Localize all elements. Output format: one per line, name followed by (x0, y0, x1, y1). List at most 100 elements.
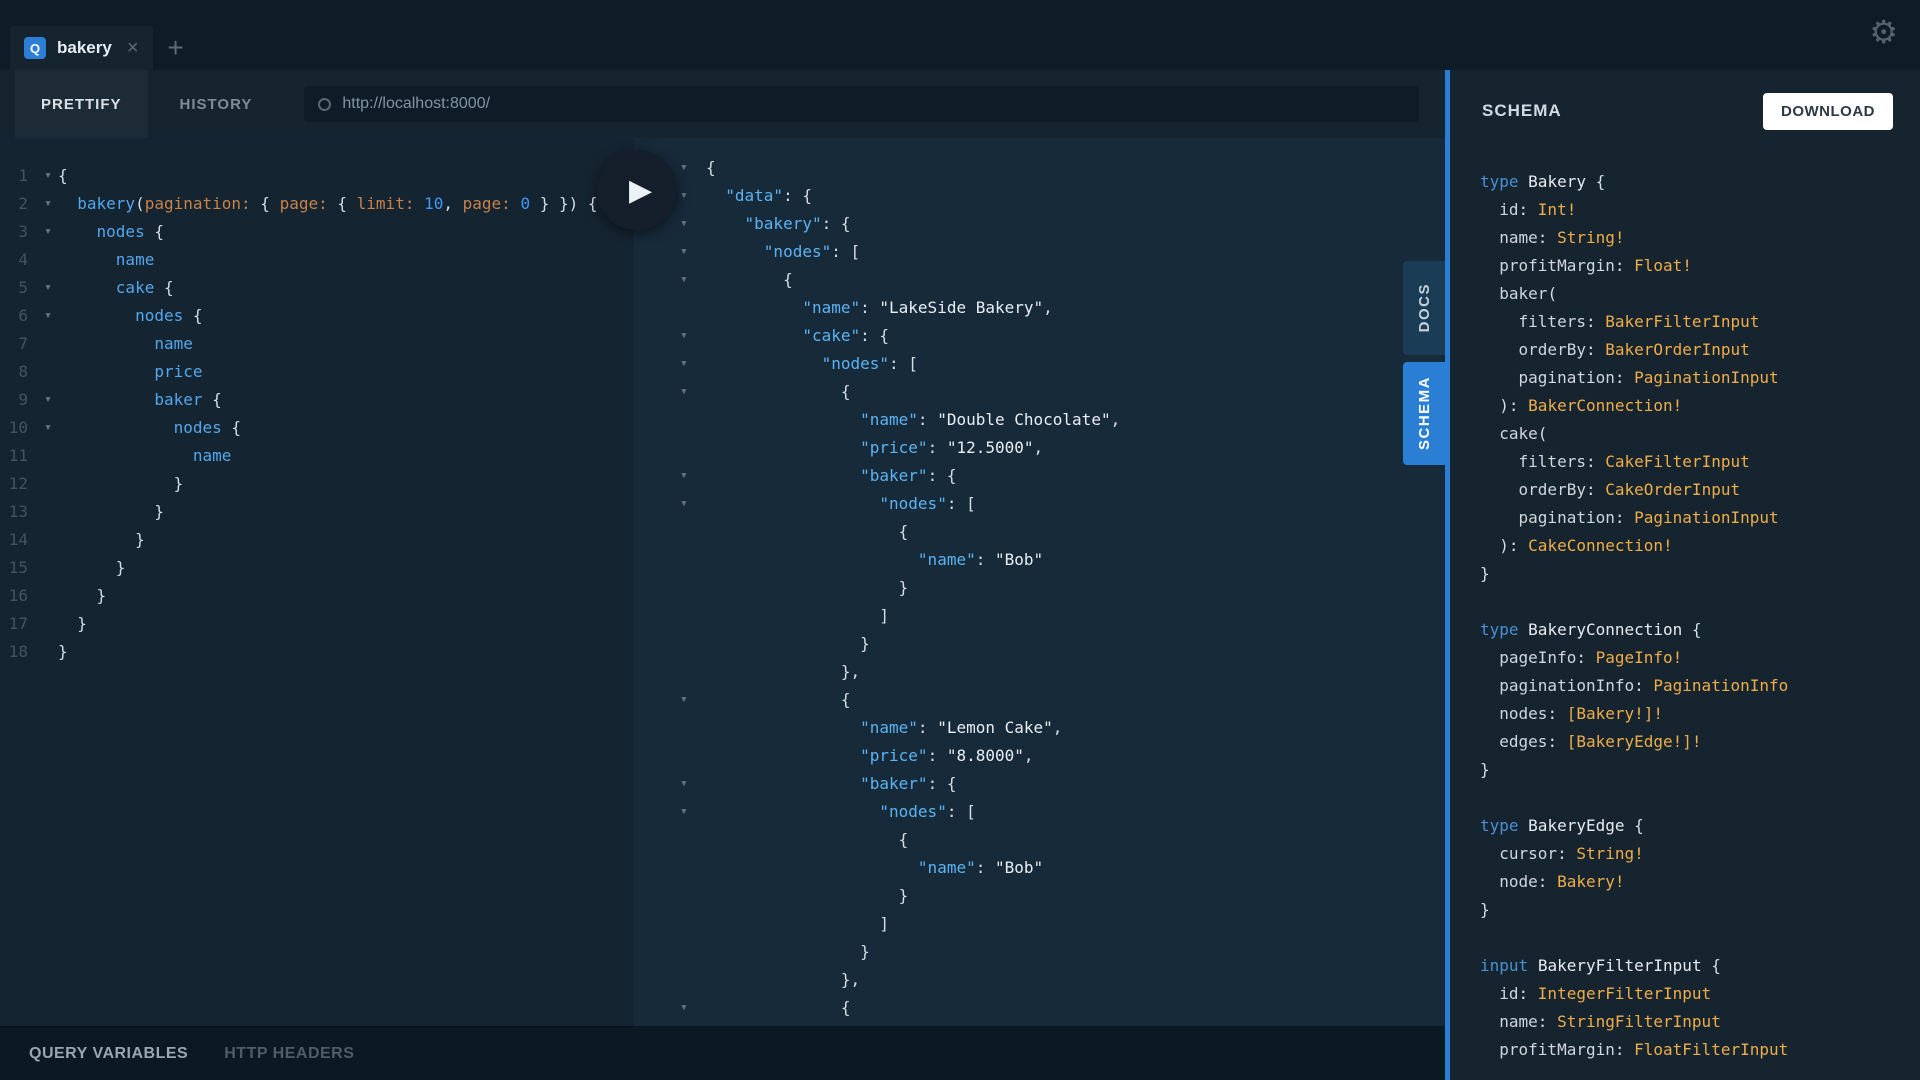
fold-gutter (38, 526, 58, 554)
code-line: ▾ "nodes": [ (680, 350, 1445, 378)
fold-arrow-icon[interactable]: ▾ (38, 218, 58, 246)
graphql-playground-app: Q bakery × + ⚙ PRETTIFY HISTORY 1▾{2▾ ba… (0, 0, 1920, 1080)
workspace: PRETTIFY HISTORY 1▾{2▾ bakery(pagination… (0, 70, 1445, 1080)
query-editor[interactable]: 1▾{2▾ bakery(pagination: { page: { limit… (0, 138, 634, 1026)
fold-gutter (680, 882, 706, 910)
code-text: id: IntegerFilterInput (1480, 980, 1711, 1008)
fold-arrow-icon[interactable]: ▾ (680, 462, 706, 490)
fold-arrow-icon[interactable]: ▾ (680, 350, 706, 378)
new-tab-button[interactable]: + (153, 26, 199, 70)
history-button[interactable]: HISTORY (154, 70, 279, 138)
fold-gutter (38, 638, 58, 666)
fold-arrow-icon[interactable]: ▾ (680, 770, 706, 798)
code-text: type BakeryEdge { (1480, 812, 1644, 840)
fold-arrow-icon[interactable]: ▾ (680, 154, 706, 182)
docs-side-tab[interactable]: DOCS (1403, 261, 1445, 355)
code-line: ] (680, 910, 1445, 938)
code-line: filters: BakerFilterInput (1480, 308, 1920, 336)
prettify-button[interactable]: PRETTIFY (15, 70, 148, 138)
code-text: nodes { (58, 414, 241, 442)
close-icon[interactable]: × (123, 38, 139, 58)
code-line: ): BakerConnection! (1480, 392, 1920, 420)
code-line: 12 } (0, 470, 634, 498)
fold-gutter (38, 470, 58, 498)
code-text: "baker": { (706, 770, 956, 798)
code-text: orderBy: CakeOrderInput (1480, 476, 1740, 504)
fold-arrow-icon[interactable]: ▾ (680, 210, 706, 238)
code-text: } (58, 470, 183, 498)
code-line: }, (680, 966, 1445, 994)
code-text: pageInfo: PageInfo! (1480, 644, 1682, 672)
execute-button[interactable]: ▶ (597, 150, 677, 230)
fold-arrow-icon[interactable]: ▾ (680, 798, 706, 826)
fold-arrow-icon[interactable]: ▾ (680, 322, 706, 350)
code-line: edges: [BakeryEdge!]! (1480, 728, 1920, 756)
fold-gutter (680, 910, 706, 938)
code-text: "baker": { (706, 462, 956, 490)
line-number: 15 (0, 554, 38, 582)
code-line: ▾ "nodes": [ (680, 238, 1445, 266)
line-number: 14 (0, 526, 38, 554)
code-text: ] (706, 602, 889, 630)
fold-arrow-icon[interactable]: ▾ (680, 266, 706, 294)
code-text: "nodes": [ (706, 798, 976, 826)
fold-arrow-icon[interactable]: ▾ (680, 182, 706, 210)
editor-panes: 1▾{2▾ bakery(pagination: { page: { limit… (0, 138, 1445, 1026)
endpoint-url-input[interactable] (342, 95, 1405, 113)
line-number: 8 (0, 358, 38, 386)
fold-gutter (38, 610, 58, 638)
session-tab-bakery[interactable]: Q bakery × (10, 26, 153, 70)
code-text: } (1480, 560, 1490, 588)
fold-arrow-icon[interactable]: ▾ (38, 302, 58, 330)
code-text: "name": "Bob" (706, 546, 1043, 574)
code-line: "name": "Lemon Cake", (680, 714, 1445, 742)
schema-side-tab[interactable]: SCHEMA (1403, 362, 1445, 465)
line-number: 2 (0, 190, 38, 218)
response-viewer[interactable]: ▾{▾ "data": {▾ "bakery": {▾ "nodes": [▾ … (634, 138, 1445, 1026)
code-text: } (58, 526, 145, 554)
code-text: name: StringFilterInput (1480, 1008, 1721, 1036)
code-line: "name": "LakeSide Bakery", (680, 294, 1445, 322)
code-line: type BakeryEdge { (1480, 812, 1920, 840)
fold-arrow-icon[interactable]: ▾ (680, 686, 706, 714)
code-line: orderBy: CakeOrderInput (1480, 476, 1920, 504)
code-line: ▾{ (680, 154, 1445, 182)
endpoint-status-icon (318, 98, 331, 111)
fold-arrow-icon[interactable]: ▾ (680, 490, 706, 518)
code-text: name (58, 442, 231, 470)
code-text: id: Int! (1480, 196, 1576, 224)
code-line: 4 name (0, 246, 634, 274)
query-variables-tab[interactable]: QUERY VARIABLES (29, 1045, 188, 1063)
fold-arrow-icon[interactable]: ▾ (38, 386, 58, 414)
fold-arrow-icon[interactable]: ▾ (38, 190, 58, 218)
fold-arrow-icon[interactable]: ▾ (680, 238, 706, 266)
code-text: { (706, 378, 851, 406)
fold-arrow-icon[interactable]: ▾ (38, 162, 58, 190)
code-line: 13 } (0, 498, 634, 526)
fold-arrow-icon[interactable]: ▾ (680, 994, 706, 1022)
code-text: { (706, 826, 908, 854)
settings-gear-icon[interactable]: ⚙ (1869, 16, 1898, 48)
code-text: cake( (1480, 420, 1547, 448)
code-line: 14 } (0, 526, 634, 554)
code-line: profitMargin: FloatFilterInput (1480, 1036, 1920, 1064)
code-line: input BakeryFilterInput { (1480, 952, 1920, 980)
code-text: } (58, 498, 164, 526)
plus-icon: + (167, 32, 183, 64)
code-text: cake { (58, 274, 174, 302)
code-text: filters: BakerFilterInput (1480, 308, 1759, 336)
fold-arrow-icon[interactable]: ▾ (680, 378, 706, 406)
code-line: ): CakeConnection! (1480, 532, 1920, 560)
download-button[interactable]: DOWNLOAD (1763, 93, 1893, 130)
code-line: } (680, 938, 1445, 966)
http-headers-tab[interactable]: HTTP HEADERS (224, 1045, 354, 1063)
code-line: ▾ "nodes": [ (680, 490, 1445, 518)
fold-arrow-icon[interactable]: ▾ (38, 274, 58, 302)
code-text: ): BakerConnection! (1480, 392, 1682, 420)
fold-arrow-icon[interactable]: ▾ (38, 414, 58, 442)
fold-gutter (680, 546, 706, 574)
code-line: 16 } (0, 582, 634, 610)
code-text: "name": "Bob" (706, 854, 1043, 882)
line-number: 10 (0, 414, 38, 442)
schema-definition[interactable]: type Bakery { id: Int! name: String! pro… (1450, 152, 1920, 1080)
